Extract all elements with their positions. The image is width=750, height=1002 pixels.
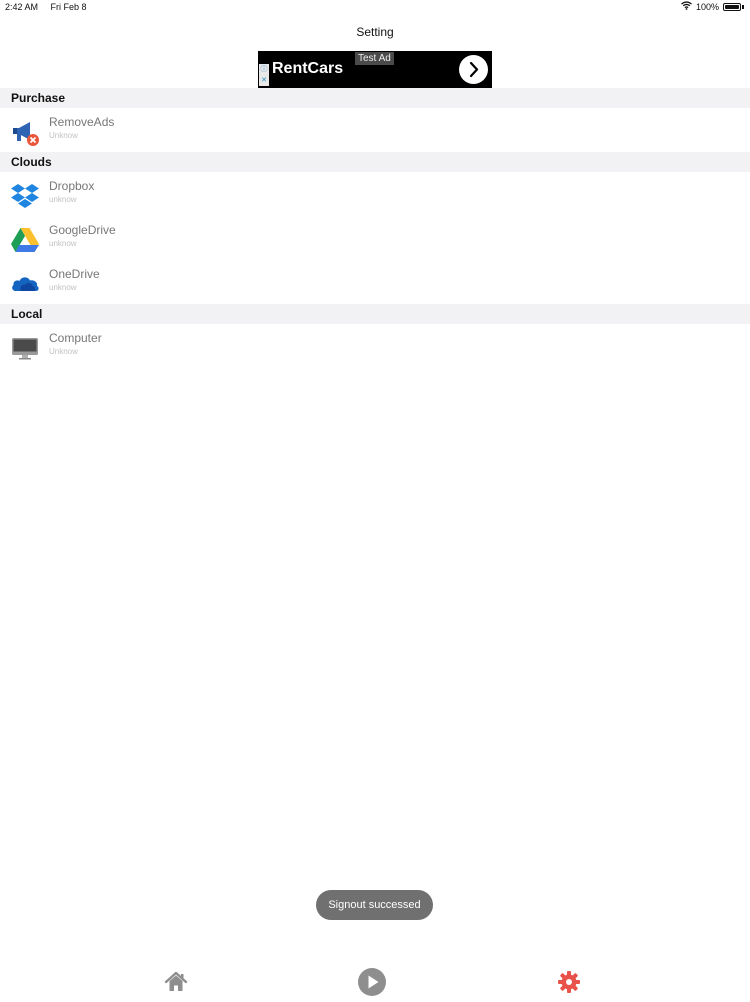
list-item-dropbox[interactable]: Dropbox unknow	[0, 173, 750, 217]
wifi-icon	[681, 0, 692, 14]
item-status: unknow	[49, 283, 77, 292]
ad-banner[interactable]: Test Ad ⓘ ✕ RentCars	[258, 51, 492, 88]
item-name: Computer	[49, 331, 102, 345]
ad-choices-icon[interactable]: ⓘ ✕	[259, 64, 269, 86]
status-time: 2:42 AM	[5, 2, 39, 12]
megaphone-remove-icon	[11, 118, 39, 146]
section-header-clouds: Clouds	[0, 152, 750, 172]
dropbox-icon	[11, 182, 39, 210]
home-icon	[161, 971, 191, 1001]
item-name: RemoveAds	[49, 115, 115, 129]
onedrive-icon	[11, 270, 39, 298]
item-status: Unknow	[49, 131, 78, 140]
tab-settings[interactable]	[554, 967, 584, 997]
ad-title: RentCars	[272, 60, 344, 77]
computer-icon	[11, 334, 39, 362]
page-title: Setting	[356, 25, 394, 39]
tab-bar	[0, 960, 750, 1000]
item-status: unknow	[49, 239, 77, 248]
list-item-googledrive[interactable]: GoogleDrive unknow	[0, 217, 750, 261]
list-item-onedrive[interactable]: OneDrive unknow	[0, 261, 750, 305]
item-status: Unknow	[49, 347, 78, 356]
gear-icon	[554, 971, 584, 1001]
item-name: Dropbox	[49, 179, 95, 193]
battery-icon	[723, 3, 741, 11]
item-name: GoogleDrive	[49, 223, 116, 237]
item-name: OneDrive	[49, 267, 100, 281]
section-header-local: Local	[0, 304, 750, 324]
tab-play[interactable]	[357, 967, 387, 997]
play-icon	[357, 968, 387, 1001]
google-drive-icon	[11, 226, 39, 254]
status-bar: 2:42 AM Fri Feb 8 100%	[0, 0, 750, 14]
toast-message: Signout successed	[316, 890, 433, 920]
item-status: unknow	[49, 195, 77, 204]
battery-percent: 100%	[695, 2, 719, 12]
list-item-computer[interactable]: Computer Unknow	[0, 325, 750, 369]
tab-home[interactable]	[161, 967, 191, 997]
section-header-purchase: Purchase	[0, 88, 750, 108]
list-item-removeads[interactable]: RemoveAds Unknow	[0, 109, 750, 153]
ad-arrow-icon[interactable]	[459, 55, 488, 84]
ad-label: Test Ad	[355, 52, 394, 65]
status-date: Fri Feb 8	[50, 2, 87, 12]
